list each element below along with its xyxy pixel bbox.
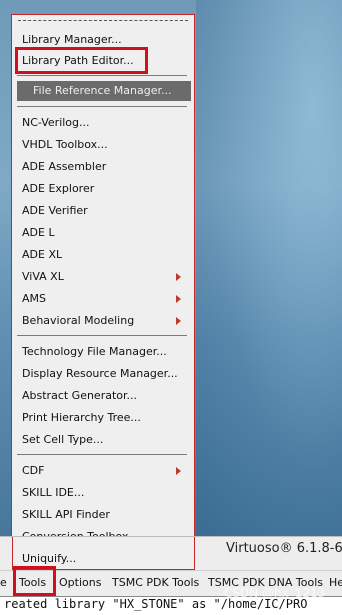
menu-item-ade-xl[interactable]: ADE XL — [22, 245, 62, 265]
menu-item-technology-file-manager[interactable]: Technology File Manager... — [22, 342, 167, 362]
submenu-arrow-icon — [176, 295, 181, 303]
menu-item-set-cell-type[interactable]: Set Cell Type... — [22, 430, 103, 450]
menubar-item-tsmc-pdk-tools[interactable]: TSMC PDK Tools — [112, 576, 199, 589]
menu-separator — [17, 106, 187, 107]
menu-item-print-hierarchy-tree[interactable]: Print Hierarchy Tree... — [22, 408, 141, 428]
menu-item-ade-l[interactable]: ADE L — [22, 223, 55, 243]
highlight-box-tools-menu — [13, 566, 56, 596]
menu-item-cdf[interactable]: CDF — [22, 461, 44, 481]
watermark: CSDN @hx_1213 — [224, 586, 326, 600]
menu-item-ade-verifier[interactable]: ADE Verifier — [22, 201, 88, 221]
submenu-arrow-icon — [176, 273, 181, 281]
menu-separator — [17, 335, 187, 336]
menu-separator — [17, 75, 187, 76]
menubar-item-help[interactable]: He — [329, 576, 342, 589]
menubar-item-options[interactable]: Options — [59, 576, 101, 589]
window-title: Virtuoso® 6.1.8-6 — [226, 541, 342, 556]
menu-item-nc-verilog[interactable]: NC-Verilog... — [22, 113, 90, 133]
tear-off-line[interactable] — [18, 20, 188, 21]
menu-separator — [17, 454, 187, 455]
menu-item-ams[interactable]: AMS — [22, 289, 46, 309]
menu-item-ade-explorer[interactable]: ADE Explorer — [22, 179, 94, 199]
desktop-background — [196, 0, 342, 536]
highlight-box-library-path-editor — [15, 47, 148, 74]
menu-item-file-reference-manager[interactable]: File Reference Manager... — [17, 81, 191, 101]
menubar-item-edit[interactable]: e — [0, 576, 7, 589]
menu-item-skill-ide[interactable]: SKILL IDE... — [22, 483, 84, 503]
menu-item-viva-xl[interactable]: ViVA XL — [22, 267, 64, 287]
menu-item-vhdl-toolbox[interactable]: VHDL Toolbox... — [22, 135, 108, 155]
menu-item-abstract-generator[interactable]: Abstract Generator... — [22, 386, 137, 406]
submenu-arrow-icon — [176, 467, 181, 475]
menu-item-display-resource-manager[interactable]: Display Resource Manager... — [22, 364, 178, 384]
menu-item-skill-api-finder[interactable]: SKILL API Finder — [22, 505, 110, 525]
menu-item-ade-assembler[interactable]: ADE Assembler — [22, 157, 106, 177]
submenu-arrow-icon — [176, 317, 181, 325]
menu-item-behavioral-modeling[interactable]: Behavioral Modeling — [22, 311, 134, 331]
